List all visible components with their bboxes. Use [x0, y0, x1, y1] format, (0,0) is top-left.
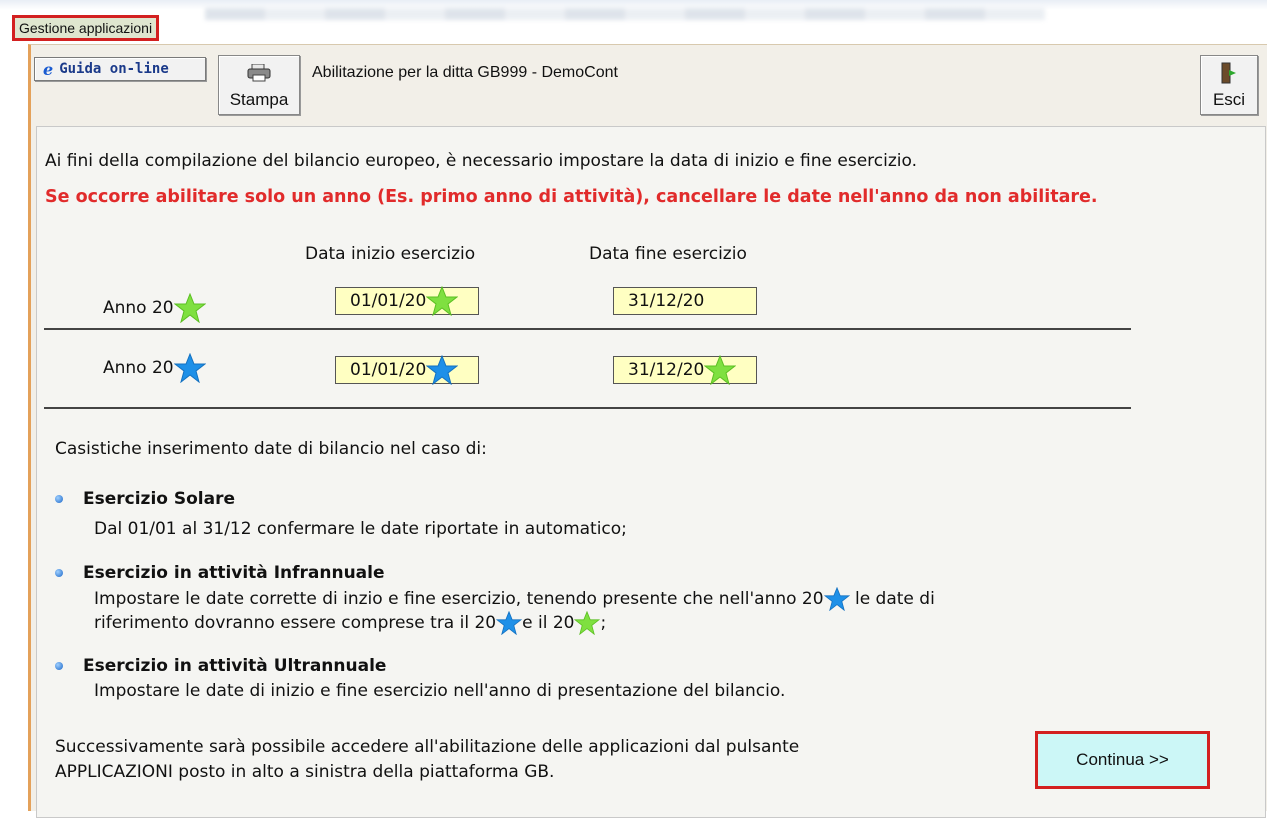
case3-title: Esercizio in attività Ultrannuale [83, 656, 387, 676]
printer-icon [246, 63, 272, 82]
divider-2 [44, 407, 1131, 409]
footer-line2: APPLICAZIONI posto in alto a sinistra de… [55, 762, 555, 782]
footer-text: Successivamente sarà possibile accedere … [55, 735, 799, 785]
bullet-icon [55, 569, 63, 577]
row1-year-text: Anno 20 [103, 298, 174, 318]
guida-online-label: Guida on-line [59, 61, 169, 77]
row2-start-date-field[interactable]: 01/01/20 [335, 355, 479, 385]
esci-button[interactable]: Esci [1200, 55, 1258, 115]
case2-title: Esercizio in attività Infrannuale [83, 563, 385, 583]
case2-text2-a: riferimento dovranno essere comprese tra… [94, 613, 497, 633]
bullet-icon [55, 662, 63, 670]
cases-title: Casistiche inserimento date di bilancio … [55, 439, 487, 459]
window-title: Gestione applicazioni [12, 15, 160, 41]
stampa-label: Stampa [229, 90, 289, 109]
case1-title: Esercizio Solare [83, 489, 236, 509]
row2-year-text: Anno 20 [103, 358, 174, 378]
warning-text: Se occorre abilitare solo un anno (Es. p… [45, 187, 1098, 207]
row1-start-value: 01/01/20 [350, 291, 427, 311]
star-blue-icon [426, 355, 459, 385]
case1-text: Dal 01/01 al 31/12 confermare le date ri… [94, 519, 627, 539]
ie-e-icon: e [43, 59, 54, 79]
row2-year-label: Anno 20 [103, 353, 206, 383]
door-exit-icon [1220, 62, 1238, 84]
row2-end-date-field[interactable]: 31/12/20 [613, 355, 757, 385]
star-green-icon [173, 293, 206, 323]
title-bar: Gestione applicazioni [0, 0, 1267, 44]
case3-text: Impostare le date di inizio e fine eserc… [94, 681, 786, 701]
col-head-start: Data inizio esercizio [305, 244, 476, 264]
divider-1 [44, 328, 1131, 330]
main-panel: Ai fini della compilazione del bilancio … [36, 126, 1266, 818]
row1-end-value: 31/12/20 [628, 291, 705, 311]
header-ditta-text: Abilitazione per la ditta GB999 - DemoCo… [312, 64, 618, 81]
intro-text: Ai fini della compilazione del bilancio … [45, 151, 918, 171]
continua-button[interactable]: Continua >> [1035, 731, 1210, 789]
col-head-end: Data fine esercizio [589, 244, 747, 264]
case2-text1-a: Impostare le date corrette di inzio e fi… [94, 589, 824, 609]
star-blue-icon [823, 587, 850, 611]
blurred-menu-strip [205, 8, 1045, 20]
star-green-icon [426, 286, 459, 316]
case2-text1-b: le date di [854, 589, 935, 609]
row1-end-date-field[interactable]: 31/12/20 [613, 287, 757, 315]
star-blue-icon [173, 353, 206, 383]
row1-year-label: Anno 20 [103, 293, 206, 323]
row2-start-value: 01/01/20 [350, 360, 427, 380]
footer-line1: Successivamente sarà possibile accedere … [55, 737, 800, 757]
esci-label: Esci [1212, 90, 1246, 109]
case2-text2-c: ; [600, 613, 607, 633]
row2-end-value: 31/12/20 [628, 360, 705, 380]
star-green-icon [574, 611, 601, 635]
case2-text2-b: e il 20 [522, 613, 575, 633]
left-margin [0, 44, 28, 810]
stampa-button[interactable]: Stampa [218, 55, 300, 115]
case2-text-line1: Impostare le date corrette di inzio e fi… [94, 587, 935, 611]
bullet-icon [55, 495, 63, 503]
case2-text-line2: riferimento dovranno essere comprese tra… [94, 611, 606, 635]
row1-start-date-field[interactable]: 01/01/20 [335, 286, 479, 316]
star-blue-icon [496, 611, 523, 635]
star-green-icon [704, 355, 737, 385]
guida-online-button[interactable]: e Guida on-line [34, 57, 206, 81]
